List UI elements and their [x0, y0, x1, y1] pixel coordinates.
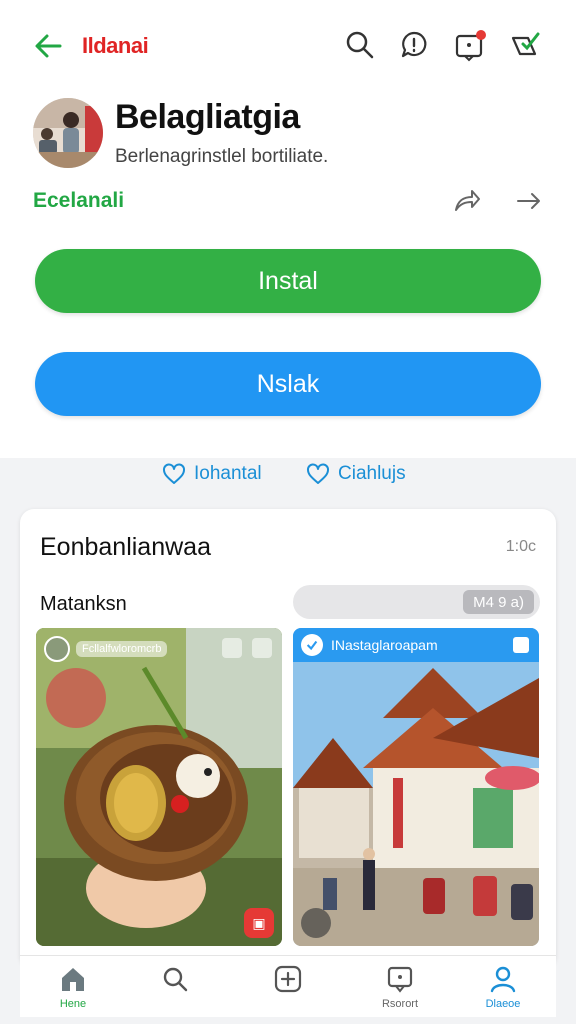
bottom-nav: Hene Rsorort Dlaeoe — [20, 955, 556, 1017]
nav-label: Rsorort — [381, 998, 419, 1010]
heart-icon — [307, 463, 329, 484]
open-button[interactable]: Nslak — [35, 352, 541, 416]
tile-user: Fcllalfwloromcrb — [44, 636, 168, 662]
pill-chip: M4 9 a) — [463, 590, 534, 614]
forward-arrow-icon[interactable] — [514, 186, 544, 216]
top-bar: Ildanai — [0, 0, 576, 92]
notification-dot — [476, 30, 486, 40]
link-row: Iohantal Ciahlujs — [0, 462, 576, 492]
tile-header-text: INastaglaroapam — [331, 637, 438, 653]
search-pill[interactable]: M4 9 a) — [293, 585, 540, 619]
install-button[interactable]: Instal — [35, 249, 541, 313]
nav-label: Hene — [59, 998, 87, 1010]
profile-subtitle: Berlenagrinstlel bortiliate. — [115, 146, 329, 167]
link-label: Ciahlujs — [338, 463, 406, 484]
save-icon[interactable]: ▣ — [244, 908, 274, 938]
report-icon — [387, 966, 413, 993]
home-icon — [62, 968, 84, 991]
category-link[interactable]: Ecelanali — [33, 189, 124, 213]
link-label: Iohantal — [194, 463, 262, 484]
add-icon — [274, 965, 302, 993]
card-title: Eonbanlianwaa — [40, 533, 211, 561]
nav-profile[interactable]: Dlaeoe — [463, 964, 543, 1010]
shield-icon[interactable] — [508, 28, 542, 62]
tile-actions — [222, 638, 272, 658]
tile-user-text: Fcllalfwloromcrb — [76, 640, 168, 658]
share-icon[interactable] — [452, 186, 482, 216]
expand-icon[interactable] — [222, 638, 242, 658]
check-icon[interactable] — [301, 634, 323, 656]
heart-icon — [163, 463, 185, 484]
link-item[interactable]: Iohantal — [162, 462, 262, 486]
street-photo — [293, 628, 539, 946]
link-item[interactable]: Ciahlujs — [306, 462, 406, 486]
back-arrow-icon[interactable] — [30, 28, 66, 64]
card-label: Matanksn — [40, 593, 127, 615]
nav-report[interactable]: Rsorort — [360, 964, 440, 1010]
nav-search[interactable] — [135, 964, 215, 998]
tile-header: INastaglaroapam — [293, 628, 539, 662]
photo-tile-food[interactable]: Fcllalfwloromcrb ▣ — [36, 628, 282, 946]
camera-icon[interactable] — [301, 908, 331, 938]
nav-label: Dlaeoe — [485, 998, 521, 1010]
food-photo — [36, 628, 282, 946]
card-time: 1:0c — [505, 538, 536, 555]
app-name: Ildanai — [82, 33, 149, 58]
profile-icon — [490, 966, 516, 993]
profile-avatar — [33, 98, 103, 168]
notification-icon[interactable] — [452, 28, 486, 62]
avatar — [44, 636, 70, 662]
search-icon[interactable] — [343, 28, 377, 62]
more-icon[interactable] — [252, 638, 272, 658]
help-icon[interactable] — [397, 28, 431, 62]
photo-tile-street[interactable]: INastaglaroapam — [293, 628, 539, 946]
select-checkbox[interactable] — [513, 637, 529, 653]
nav-home[interactable]: Hene — [33, 964, 113, 1010]
profile-name: Belagliatgia — [115, 98, 300, 136]
search-icon — [163, 967, 188, 992]
content-card: Eonbanlianwaa 1:0c Matanksn M4 9 a) Fcll… — [20, 509, 556, 969]
nav-add[interactable] — [248, 964, 328, 998]
